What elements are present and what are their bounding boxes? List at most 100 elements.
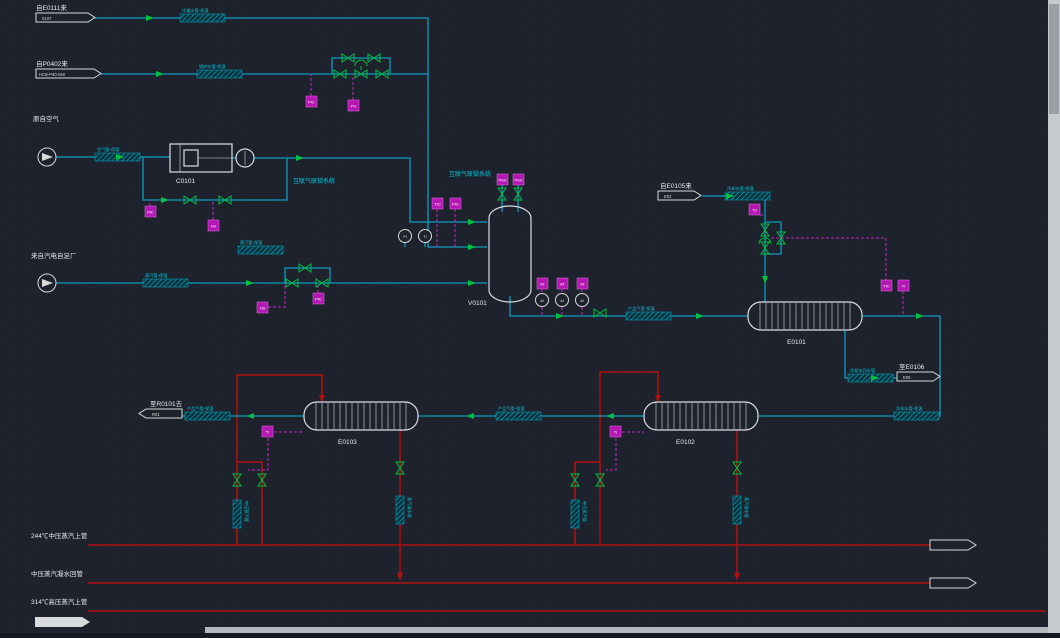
instrument-box[interactable]: AT	[557, 278, 568, 289]
line-tag	[848, 374, 893, 382]
instrument-box[interactable]: TI	[610, 426, 621, 437]
svg-text:HS: HS	[260, 306, 266, 311]
svg-text:自E0105来: 自E0105来	[660, 181, 692, 190]
instrument-box[interactable]: PIC	[145, 206, 156, 217]
header-label: 244℃中压蒸汽上管	[31, 531, 88, 540]
svg-text:AT: AT	[560, 282, 565, 287]
line-tag	[185, 412, 230, 420]
cad-canvas[interactable]: 冷凝水管-保温 锅炉水管-保温 空气管-保温 蒸汽管-保温 蒸汽管-保温 产品气…	[0, 0, 1060, 633]
svg-text:TI: TI	[902, 284, 906, 289]
header-label: 中压蒸汽凝水回管	[31, 569, 84, 578]
svg-text:AT: AT	[540, 282, 545, 287]
svg-text:PIC: PIC	[147, 210, 154, 215]
line-tag	[180, 14, 225, 22]
svg-text:TI: TI	[423, 235, 426, 239]
line-tag	[197, 70, 242, 78]
header-left-connector[interactable]	[35, 617, 90, 627]
air-source-symbol[interactable]	[38, 148, 56, 166]
line-tag	[626, 312, 671, 320]
instrument-box[interactable]: AT	[537, 278, 548, 289]
line-tag-label: 冷却水管-保温	[727, 185, 754, 192]
svg-text:TI: TI	[266, 430, 270, 435]
line-tag-label: 空气管-保温	[97, 146, 120, 153]
line-tag-label: 中压蒸汽管	[581, 501, 588, 522]
line-tag-label: 蒸汽凝水管	[743, 497, 750, 518]
line-tag	[238, 246, 283, 254]
line-tag-label: 冷却水回水管	[850, 367, 875, 374]
svg-text:PSV: PSV	[498, 178, 506, 183]
svg-text:TV: TV	[752, 208, 757, 213]
instrument-box[interactable]: TIC	[432, 198, 443, 209]
line-tag	[496, 412, 541, 420]
svg-text:TIC: TIC	[883, 284, 890, 289]
instrument-box[interactable]: PV	[348, 100, 359, 111]
svg-text:AT: AT	[580, 282, 585, 287]
svg-text:E02: E02	[664, 194, 672, 199]
instrument-box[interactable]: HV	[208, 220, 219, 231]
instrument-bubble[interactable]: PI	[399, 230, 412, 243]
instrument-box[interactable]: PIC	[313, 293, 324, 304]
line-tag-label: 蒸汽管-保温	[240, 239, 263, 246]
source-label: 原自空气	[33, 114, 60, 123]
line-tag-label: 产品气管-保温	[498, 405, 525, 412]
svg-text:PV: PV	[351, 104, 357, 109]
line-tag-label: 蒸汽管-保温	[145, 272, 168, 279]
svg-text:E06: E06	[903, 375, 911, 380]
instrument-bubble[interactable]: TI	[419, 230, 432, 243]
line-tag-label: 锅炉水管-保温	[199, 63, 226, 70]
svg-text:自P0402来: 自P0402来	[36, 59, 68, 68]
instrument-box[interactable]: AT	[577, 278, 588, 289]
svg-text:自E0111来: 自E0111来	[36, 3, 67, 12]
svg-text:PIC: PIC	[315, 297, 322, 302]
equipment-label: E0102	[676, 439, 695, 446]
line-tag	[571, 500, 579, 528]
instrument-bubble[interactable]: AI	[556, 294, 569, 307]
line-tag	[233, 500, 241, 528]
source-label: 来自汽电自足厂	[31, 251, 77, 260]
instrument-box[interactable]: TI	[262, 426, 273, 437]
svg-text:HCB-P40-040: HCB-P40-040	[39, 72, 66, 77]
steam-source-symbol[interactable]	[38, 274, 56, 292]
svg-text:PI: PI	[403, 235, 407, 239]
equipment-label: E0103	[338, 439, 357, 446]
equipment-label: V0101	[468, 300, 487, 307]
instrument-bubble[interactable]: AI	[536, 294, 549, 307]
equipment-label: E0101	[787, 339, 806, 346]
line-tag-label: 冷却水管-保温	[896, 405, 923, 412]
line-tag	[396, 496, 404, 524]
instrument-box[interactable]: TI	[898, 280, 909, 291]
instrument-box[interactable]: PIC	[306, 96, 317, 107]
svg-text:PIC: PIC	[452, 202, 459, 207]
instrument-box[interactable]: TIC	[881, 280, 892, 291]
line-tag-label: 产品气管-保温	[187, 405, 214, 412]
svg-text:至R0101去: 至R0101去	[150, 399, 183, 408]
instrument-box[interactable]: PSV	[513, 174, 524, 185]
header-label: 314℃高压蒸汽上管	[31, 597, 88, 606]
line-tag	[143, 279, 188, 287]
line-tag	[894, 412, 939, 420]
instrument-box[interactable]: PIC	[450, 198, 461, 209]
line-tag-label: 产品气管-保温	[628, 305, 655, 312]
line-tag	[733, 496, 741, 524]
svg-text:R01: R01	[152, 412, 160, 417]
equipment-label: C0101	[176, 178, 196, 185]
instrument-bubble[interactable]: AI	[576, 294, 589, 307]
instrument-box[interactable]: HS	[257, 302, 268, 313]
svg-text:TIC: TIC	[434, 202, 441, 207]
svg-text:AI: AI	[560, 299, 564, 303]
svg-text:PSV: PSV	[514, 178, 522, 183]
svg-text:AI: AI	[540, 299, 544, 303]
vertical-scrollbar-thumb[interactable]	[1049, 4, 1059, 114]
svg-text:HV: HV	[211, 224, 217, 229]
svg-text:AI: AI	[580, 299, 584, 303]
note-label: 互联气联锁系统	[293, 177, 335, 185]
instrument-box[interactable]: TV	[749, 204, 760, 215]
note-label: 互联气联锁系统	[449, 170, 491, 178]
instrument-box[interactable]: PSV	[497, 174, 508, 185]
svg-text:TI: TI	[614, 430, 618, 435]
line-tag-label: 中压蒸汽管	[243, 501, 250, 522]
line-tag-label: 冷凝水管-保温	[182, 7, 209, 14]
svg-text:至E0106: 至E0106	[899, 363, 925, 371]
horizontal-scrollbar[interactable]	[205, 627, 1048, 633]
svg-text:PIC: PIC	[308, 100, 315, 105]
